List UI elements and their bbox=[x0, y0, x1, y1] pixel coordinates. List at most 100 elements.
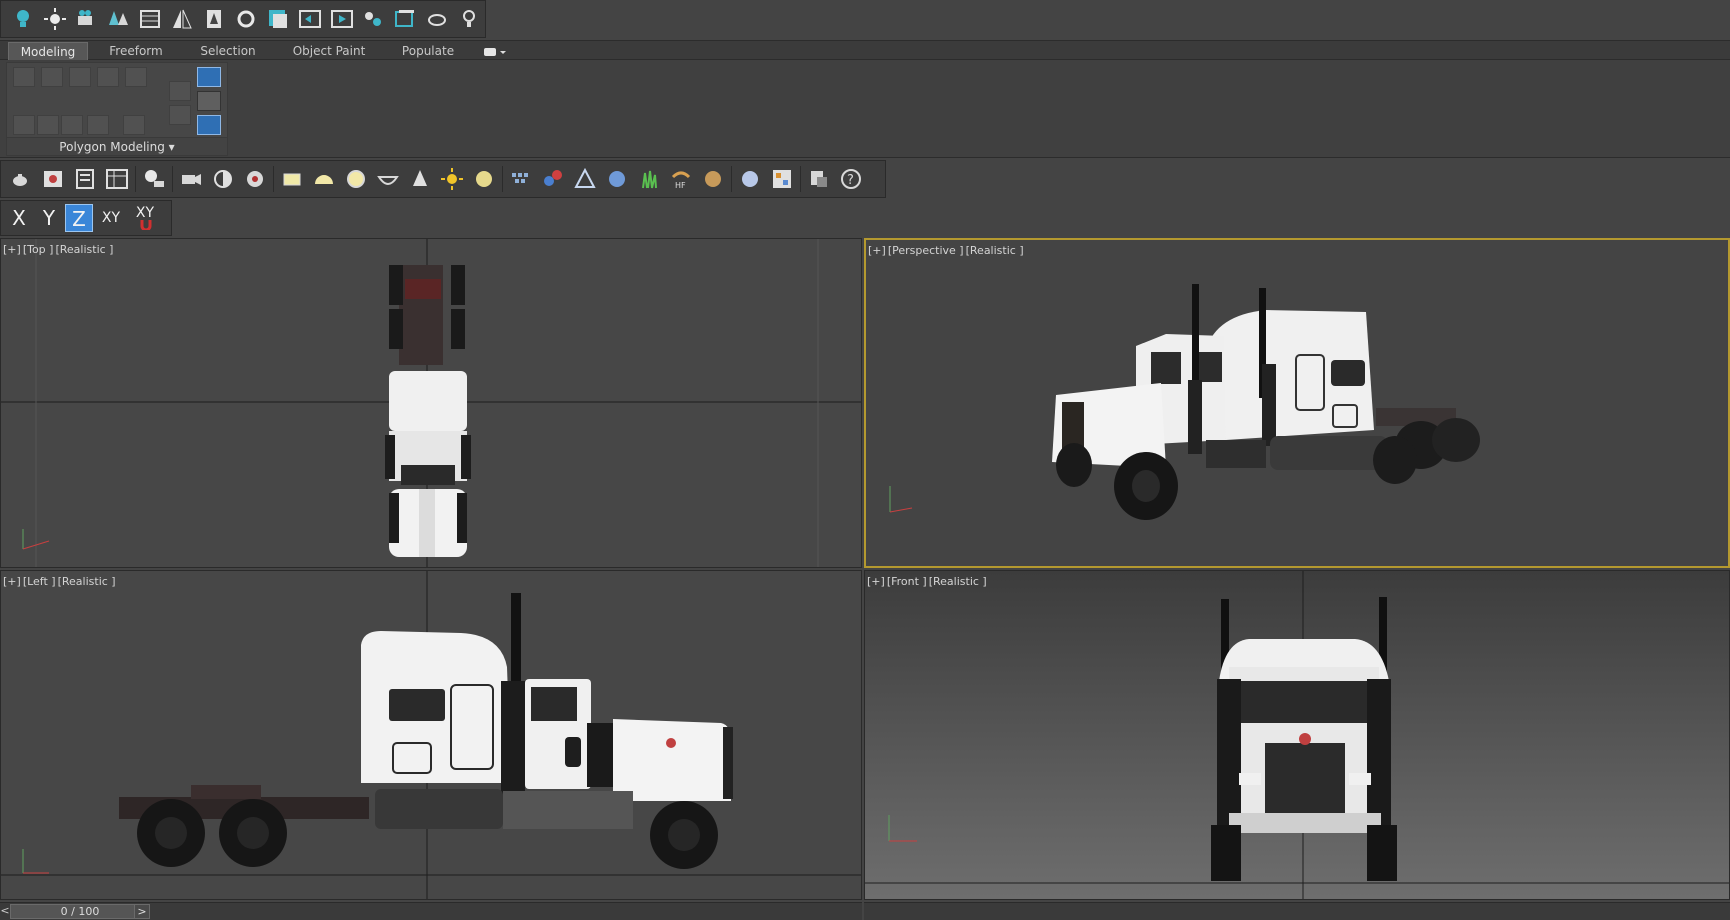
sun-icon[interactable] bbox=[436, 163, 468, 195]
viewport-label[interactable]: [+] [Perspective ] [Realistic ] bbox=[868, 244, 1026, 257]
viewport-front[interactable]: [+] [Front ] [Realistic ] bbox=[864, 570, 1730, 900]
shrink-icon[interactable] bbox=[37, 115, 59, 135]
viewport-menu[interactable]: [+] bbox=[3, 575, 21, 588]
toolbar-separator bbox=[172, 166, 173, 192]
half-sphere-icon[interactable] bbox=[207, 163, 239, 195]
collapse-stack-icon[interactable] bbox=[197, 91, 221, 111]
align-icon[interactable] bbox=[294, 3, 326, 35]
grid-icon[interactable] bbox=[505, 163, 537, 195]
time-slider-thumb[interactable]: 0 / 100 bbox=[10, 904, 150, 919]
viewport-view-name[interactable]: [Left ] bbox=[23, 575, 56, 588]
viewport-view-name[interactable]: [Top ] bbox=[23, 243, 54, 256]
viewport-perspective[interactable]: [+] [Perspective ] [Realistic ] bbox=[864, 238, 1730, 568]
mirror-icon[interactable] bbox=[166, 3, 198, 35]
layers-icon[interactable] bbox=[803, 163, 835, 195]
viewport-shading[interactable]: [Realistic ] bbox=[966, 244, 1024, 257]
viewport-label[interactable]: [+] [Left ] [Realistic ] bbox=[3, 575, 118, 588]
edge-icon[interactable] bbox=[41, 67, 63, 87]
time-slider-prev-button[interactable]: < bbox=[0, 904, 10, 919]
teapot-render-icon[interactable] bbox=[421, 3, 453, 35]
table-icon[interactable] bbox=[101, 163, 133, 195]
viewport-menu[interactable]: [+] bbox=[3, 243, 21, 256]
loop-icon[interactable] bbox=[61, 115, 83, 135]
viewport-menu[interactable]: [+] bbox=[867, 575, 885, 588]
main-toolbar bbox=[0, 0, 486, 38]
vertex-icon[interactable] bbox=[13, 67, 35, 87]
material-icon[interactable] bbox=[766, 163, 798, 195]
polygon-modeling-label[interactable]: Polygon Modeling ▾ bbox=[7, 137, 227, 155]
tab-populate[interactable]: Populate bbox=[388, 42, 468, 60]
light-bulb-icon[interactable] bbox=[7, 3, 39, 35]
bowl-icon[interactable] bbox=[372, 163, 404, 195]
tent-icon[interactable] bbox=[569, 163, 601, 195]
grow-icon[interactable] bbox=[13, 115, 35, 135]
grass-icon[interactable] bbox=[633, 163, 665, 195]
light-icon[interactable] bbox=[138, 163, 170, 195]
layer-icon[interactable] bbox=[262, 3, 294, 35]
ribbon-options-dropdown[interactable] bbox=[482, 44, 508, 58]
sun-icon[interactable] bbox=[39, 3, 71, 35]
ribbon-tab-bar: Modeling Freeform Selection Object Paint… bbox=[0, 40, 1730, 60]
border-icon[interactable] bbox=[69, 67, 91, 87]
trees-icon[interactable] bbox=[103, 3, 135, 35]
viewport-shading[interactable]: [Realistic ] bbox=[55, 243, 113, 256]
camera-icon[interactable] bbox=[71, 3, 103, 35]
preserve-uvs-icon[interactable] bbox=[123, 115, 145, 135]
rotate-icon[interactable] bbox=[230, 3, 262, 35]
dome-icon[interactable] bbox=[308, 163, 340, 195]
time-slider[interactable]: < 0 / 100 > bbox=[0, 902, 862, 920]
axis-xy-button[interactable]: XY bbox=[95, 204, 127, 232]
svg-text:HF: HF bbox=[675, 181, 686, 190]
globe-icon[interactable] bbox=[734, 163, 766, 195]
time-slider-track[interactable] bbox=[864, 902, 1730, 920]
grid-list-icon[interactable] bbox=[134, 3, 166, 35]
molecule-icon[interactable] bbox=[537, 163, 569, 195]
disc-icon[interactable] bbox=[468, 163, 500, 195]
tab-modeling[interactable]: Modeling bbox=[8, 42, 88, 60]
stack-up-icon[interactable] bbox=[169, 81, 191, 101]
tab-freeform[interactable]: Freeform bbox=[96, 42, 176, 60]
toolbar-separator bbox=[800, 166, 801, 192]
viewport-view-name[interactable]: [Perspective ] bbox=[888, 244, 964, 257]
camera-icon[interactable] bbox=[175, 163, 207, 195]
viewport-top[interactable]: [+] [Top ] [Realistic ] bbox=[0, 238, 862, 568]
show-end-result-icon[interactable] bbox=[197, 115, 221, 135]
axis-y-button[interactable]: Y bbox=[35, 204, 63, 232]
render-setup-icon[interactable] bbox=[357, 3, 389, 35]
modify-mode-icon[interactable] bbox=[197, 67, 221, 87]
time-slider-next-button[interactable]: > bbox=[134, 904, 150, 919]
film-icon[interactable] bbox=[239, 163, 271, 195]
axis-xy-snap-label: XY bbox=[135, 205, 155, 221]
lightbulb-outline-icon[interactable] bbox=[453, 3, 485, 35]
element-icon[interactable] bbox=[125, 67, 147, 87]
viewport-view-name[interactable]: [Front ] bbox=[887, 575, 927, 588]
viewport-label[interactable]: [+] [Top ] [Realistic ] bbox=[3, 243, 115, 256]
stack-down-icon[interactable] bbox=[169, 105, 191, 125]
plane-icon[interactable] bbox=[276, 163, 308, 195]
help-icon[interactable]: ? bbox=[835, 163, 867, 195]
hair-icon[interactable]: HF bbox=[665, 163, 697, 195]
render-frame-icon[interactable] bbox=[37, 163, 69, 195]
viewport-shading[interactable]: [Realistic ] bbox=[929, 575, 987, 588]
viewport-shading[interactable]: [Realistic ] bbox=[58, 575, 116, 588]
cone-icon[interactable] bbox=[404, 163, 436, 195]
viewport-label[interactable]: [+] [Front ] [Realistic ] bbox=[867, 575, 989, 588]
viewport-menu[interactable]: [+] bbox=[868, 244, 886, 257]
sphere-icon[interactable] bbox=[340, 163, 372, 195]
viewport-icon[interactable] bbox=[389, 3, 421, 35]
axis-z-button[interactable]: Z bbox=[65, 204, 93, 232]
axis-xy-snap-button[interactable]: XY bbox=[129, 204, 161, 232]
toolbar-separator bbox=[731, 166, 732, 192]
fur-icon[interactable] bbox=[697, 163, 729, 195]
tab-selection[interactable]: Selection bbox=[188, 42, 268, 60]
list-icon[interactable] bbox=[69, 163, 101, 195]
polygon-icon[interactable] bbox=[97, 67, 119, 87]
render-frame-icon[interactable] bbox=[326, 3, 358, 35]
tab-object-paint[interactable]: Object Paint bbox=[284, 42, 374, 60]
viewport-left[interactable]: [+] [Left ] [Realistic ] bbox=[0, 570, 862, 900]
teapot-icon[interactable] bbox=[5, 163, 37, 195]
ring-icon[interactable] bbox=[87, 115, 109, 135]
particles-icon[interactable] bbox=[601, 163, 633, 195]
axis-x-button[interactable]: X bbox=[5, 204, 33, 232]
tree-icon[interactable] bbox=[198, 3, 230, 35]
